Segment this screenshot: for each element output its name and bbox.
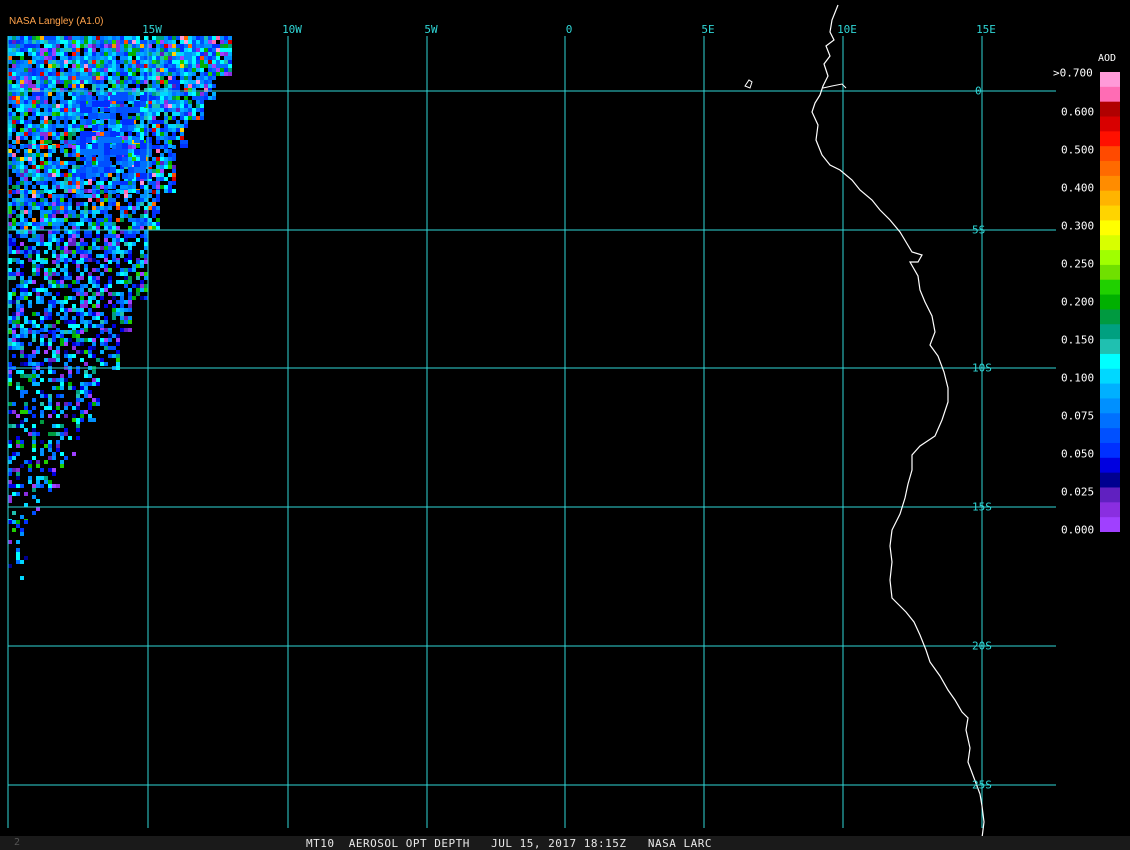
satellite-map-view: NASA Langley (A1.0) 15W 10W 5W 0 5E 10E 15E 0 5… (0, 0, 1130, 850)
legend-color-swatch (1100, 86, 1120, 103)
legend-color-swatch (1100, 175, 1120, 192)
legend-color-swatch (1100, 72, 1120, 88)
longitude-label: 15E (976, 23, 996, 36)
legend-tick-label: 0.600 (1061, 105, 1095, 119)
latitude-label: 25S (972, 778, 992, 792)
legend-color-swatch (1100, 353, 1120, 370)
legend-tick-label: 0.500 (1061, 143, 1095, 157)
africa-coastline (811, 4, 985, 850)
legend-color-swatch (1100, 413, 1120, 429)
legend-tick-label: 0.075 (1061, 409, 1095, 423)
legend-color-swatch (1100, 309, 1120, 325)
lat-lon-grid (7, 36, 1056, 828)
legend-tick-label: 0.100 (1061, 371, 1095, 385)
legend-tick-label: 0.200 (1061, 295, 1095, 309)
legend-tick-label: 0.050 (1061, 447, 1095, 461)
legend-color-swatch (1100, 472, 1120, 488)
latitude-label: 20S (972, 639, 992, 653)
aerosol-swath-layer (8, 36, 232, 580)
legend-color-swatch (1100, 294, 1120, 310)
legend-color-swatch (1100, 339, 1120, 355)
legend-color-swatch (1100, 131, 1120, 147)
legend-color-swatch (1100, 398, 1120, 414)
longitude-label: 0 (565, 23, 573, 36)
legend-tick-label: 0.250 (1061, 257, 1095, 271)
legend-color-swatch (1100, 161, 1120, 177)
legend-tick-label: 0.000 (1061, 523, 1095, 537)
legend-color-swatch (1100, 146, 1120, 162)
longitude-label: 15W (142, 23, 162, 36)
legend-color-swatch (1100, 368, 1120, 385)
product-caption: MT10 AEROSOL OPT DEPTH JUL 15, 2017 18:1… (306, 837, 712, 850)
island-shape (744, 79, 753, 89)
legend-tick-label: >0.700 (1053, 66, 1093, 80)
producer-label: NASA Langley (A1.0) (9, 16, 104, 27)
legend-tick-label: 0.025 (1061, 485, 1095, 499)
legend-color-swatch (1100, 250, 1120, 266)
legend-tick-label: 0.150 (1061, 333, 1095, 347)
legend-color-swatch (1100, 502, 1120, 518)
legend-color-swatch (1100, 383, 1120, 399)
legend-color-swatch (1100, 428, 1120, 444)
legend-color-swatch (1100, 264, 1120, 281)
legend-color-swatch (1100, 487, 1120, 503)
latitude-label: 5S (972, 223, 986, 237)
legend-color-swatch (1100, 235, 1120, 251)
map-canvas (7, 4, 1056, 850)
legend-color-swatch (1100, 457, 1120, 474)
legend-color-swatch (1100, 279, 1120, 296)
legend-color-swatch (1100, 517, 1120, 532)
legend-tick-label: 0.300 (1061, 219, 1095, 233)
aod-color-scale (1100, 72, 1120, 532)
longitude-label: 10E (837, 23, 857, 36)
legend-color-swatch (1100, 205, 1120, 221)
legend-color-swatch (1100, 220, 1120, 236)
longitude-label: 10W (282, 23, 302, 36)
legend-color-swatch (1100, 324, 1120, 340)
longitude-label: 5W (424, 23, 438, 36)
legend-title: AOD (1098, 53, 1117, 64)
latitude-label: 0 (975, 84, 982, 98)
legend-color-swatch (1100, 190, 1120, 207)
legend-color-swatch (1100, 116, 1120, 132)
legend-tick-label: 0.400 (1061, 181, 1095, 195)
longitude-label: 5E (701, 23, 715, 36)
frame-number: 2 (14, 837, 21, 848)
latitude-label: 15S (972, 500, 992, 514)
legend-color-swatch (1100, 442, 1120, 459)
latitude-label: 10S (972, 361, 992, 375)
legend-color-swatch (1100, 101, 1120, 118)
